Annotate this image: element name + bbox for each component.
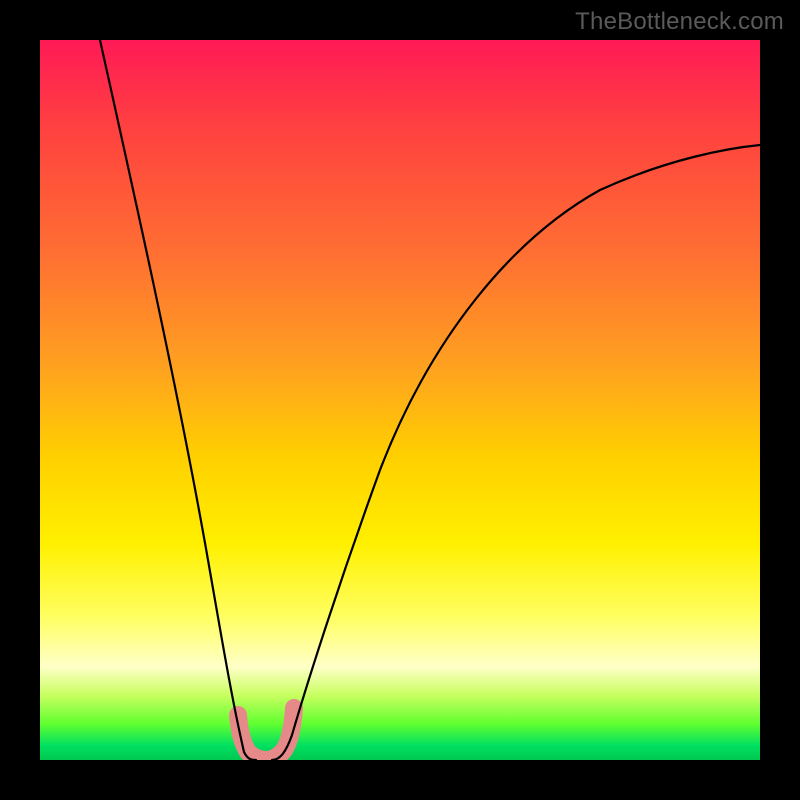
plot-area xyxy=(40,40,760,760)
chart-frame: TheBottleneck.com xyxy=(0,0,800,800)
bottleneck-curve-right xyxy=(272,145,760,760)
curve-layer xyxy=(40,40,760,760)
bottleneck-curve-left xyxy=(100,40,256,760)
watermark-text: TheBottleneck.com xyxy=(575,8,784,36)
bottom-highlight xyxy=(238,708,294,760)
